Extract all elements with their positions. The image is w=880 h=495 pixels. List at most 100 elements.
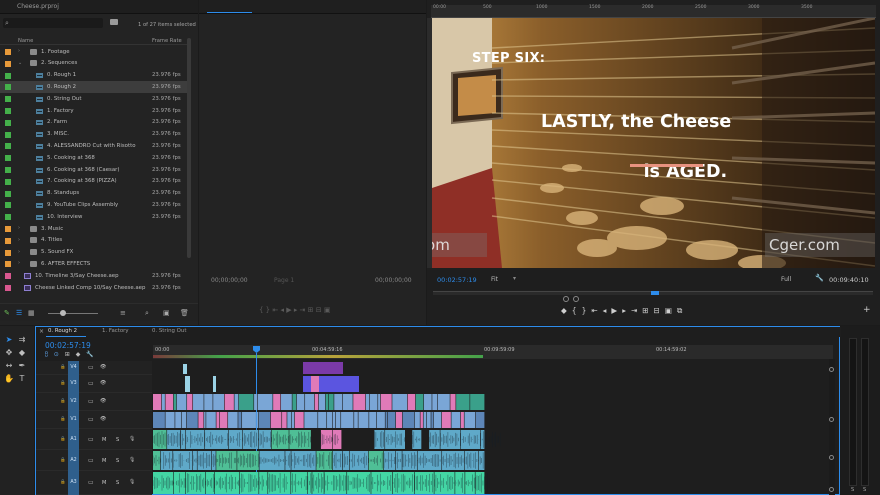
video-clip[interactable] bbox=[238, 412, 242, 428]
video-clip[interactable] bbox=[456, 394, 470, 410]
label-color-swatch[interactable] bbox=[5, 49, 11, 55]
video-clip[interactable] bbox=[258, 412, 271, 428]
meter-solo-right[interactable]: S bbox=[863, 487, 866, 493]
timeline-close-icon[interactable]: × bbox=[39, 328, 44, 335]
clip-v3-small[interactable] bbox=[213, 376, 216, 392]
video-clip[interactable] bbox=[204, 412, 206, 428]
video-clip[interactable] bbox=[378, 394, 381, 410]
zoom-slider-knob[interactable] bbox=[60, 310, 66, 316]
video-clip[interactable] bbox=[395, 412, 403, 428]
label-color-swatch[interactable] bbox=[5, 108, 11, 114]
write-icon[interactable]: ✎ bbox=[4, 309, 10, 317]
video-clip[interactable] bbox=[281, 394, 292, 410]
source-timecode-left[interactable]: 00;00;00;00 bbox=[211, 277, 248, 284]
label-color-swatch[interactable] bbox=[5, 84, 11, 91]
toggle-track-output-icon[interactable]: 👁 bbox=[100, 364, 106, 370]
solo-track-button[interactable]: S bbox=[116, 437, 119, 443]
video-clip[interactable] bbox=[414, 412, 420, 428]
col-name[interactable]: Name bbox=[18, 38, 33, 44]
clip-v3-small[interactable] bbox=[185, 376, 190, 392]
solo-track-button[interactable]: S bbox=[116, 480, 119, 486]
video-clip[interactable] bbox=[432, 394, 438, 410]
project-item[interactable]: 9. YouTube Clips Assembly 23.976 fps bbox=[0, 199, 188, 211]
source-step-back-icon[interactable]: ⇤ ◂ bbox=[272, 306, 286, 314]
video-clip[interactable] bbox=[224, 394, 234, 410]
label-color-swatch[interactable] bbox=[5, 72, 11, 79]
video-clip[interactable] bbox=[460, 412, 464, 428]
video-clip[interactable] bbox=[423, 394, 432, 410]
label-color-swatch[interactable] bbox=[5, 273, 11, 280]
video-clip[interactable] bbox=[228, 412, 238, 428]
video-clip[interactable] bbox=[238, 394, 254, 410]
label-color-swatch[interactable] bbox=[5, 155, 11, 162]
project-item[interactable]: 6. Cooking at 368 (Caesar) 23.976 fps bbox=[0, 164, 188, 176]
meter-solo-left[interactable]: S bbox=[851, 487, 854, 493]
track-target-v2[interactable]: V2 bbox=[68, 393, 79, 411]
extract-icon[interactable]: ⊟ bbox=[654, 306, 665, 315]
video-clip[interactable] bbox=[305, 394, 315, 410]
work-area-bar[interactable] bbox=[153, 355, 483, 358]
step-forward-icon[interactable]: ▸ bbox=[622, 306, 631, 315]
video-clip[interactable] bbox=[165, 394, 174, 410]
video-clip[interactable] bbox=[216, 412, 220, 428]
program-scrub-bar[interactable] bbox=[433, 291, 873, 295]
audio-clip[interactable] bbox=[180, 430, 186, 449]
video-clip[interactable] bbox=[332, 412, 336, 428]
ripple-edit-icon[interactable]: ✥ bbox=[4, 348, 14, 358]
label-color-swatch[interactable] bbox=[5, 143, 11, 150]
label-color-swatch[interactable] bbox=[5, 178, 11, 185]
source-insert-icon[interactable]: ⊞ ⊟ ▣ bbox=[308, 306, 331, 314]
project-item[interactable]: 0. String Out 23.976 fps bbox=[0, 93, 188, 105]
voiceover-record-icon[interactable]: 🎙 bbox=[129, 457, 135, 463]
video-clip[interactable] bbox=[369, 394, 378, 410]
trash-icon[interactable]: 🗑 bbox=[180, 309, 189, 317]
toggle-sync-lock-icon[interactable]: ▭ bbox=[88, 364, 94, 371]
project-item[interactable]: 2. Farm 23.976 fps bbox=[0, 117, 188, 129]
video-clip[interactable] bbox=[318, 412, 327, 428]
project-item[interactable]: 10. Timeline 3/Say Cheese.aep 23.976 fps bbox=[0, 270, 188, 282]
video-clip[interactable] bbox=[165, 412, 175, 428]
video-clip[interactable] bbox=[380, 394, 392, 410]
video-clip[interactable] bbox=[385, 412, 388, 428]
project-item[interactable]: 5. Cooking at 368 23.976 fps bbox=[0, 152, 188, 164]
video-clip[interactable] bbox=[161, 394, 165, 410]
new-bin-icon[interactable] bbox=[110, 19, 118, 25]
audio-clip[interactable] bbox=[442, 451, 465, 470]
label-color-swatch[interactable] bbox=[5, 60, 11, 67]
add-button-icon[interactable]: + bbox=[863, 305, 871, 315]
vscroll-knob-3[interactable] bbox=[829, 455, 834, 460]
video-clip[interactable] bbox=[242, 412, 256, 428]
program-zoom-handle[interactable] bbox=[563, 296, 569, 302]
video-clip[interactable] bbox=[365, 394, 370, 410]
audio-clip[interactable] bbox=[228, 430, 243, 449]
project-item[interactable]: 3. MISC. 23.976 fps bbox=[0, 129, 188, 141]
video-clip[interactable] bbox=[273, 394, 281, 410]
project-item[interactable]: › 1. Footage bbox=[0, 46, 188, 58]
video-clip[interactable] bbox=[450, 394, 456, 410]
timeline-tab-rough2[interactable]: 0. Rough 2 bbox=[48, 328, 77, 334]
lift-icon[interactable]: ⊞ bbox=[642, 306, 653, 315]
col-fps[interactable]: Frame Rate bbox=[152, 38, 182, 44]
clip-v3-pink[interactable] bbox=[311, 376, 319, 392]
track-lock-icon[interactable]: 🔒 bbox=[60, 458, 66, 463]
vscroll-knob-2[interactable] bbox=[829, 417, 834, 422]
video-clip[interactable] bbox=[353, 394, 366, 410]
voiceover-record-icon[interactable]: 🎙 bbox=[129, 436, 135, 442]
video-clip[interactable] bbox=[441, 412, 451, 428]
video-clip[interactable] bbox=[475, 412, 485, 428]
video-clip[interactable] bbox=[470, 394, 485, 410]
toggle-sync-lock-icon[interactable]: ▭ bbox=[88, 398, 94, 405]
video-clip[interactable] bbox=[433, 412, 442, 428]
fit-dropdown[interactable]: Fit bbox=[491, 276, 498, 283]
go-to-in-icon[interactable]: ⇤ bbox=[591, 306, 602, 315]
toggle-sync-lock-icon[interactable]: ▭ bbox=[88, 479, 94, 486]
video-clip[interactable] bbox=[358, 412, 369, 428]
toggle-track-output-icon[interactable]: 👁 bbox=[100, 398, 106, 404]
mute-track-button[interactable]: M bbox=[102, 480, 106, 486]
mute-track-button[interactable]: M bbox=[102, 458, 106, 464]
mute-track-button[interactable]: M bbox=[102, 437, 106, 443]
audio-clip[interactable] bbox=[153, 430, 167, 449]
project-tab[interactable]: Cheese.prproj bbox=[17, 3, 59, 10]
toggle-track-output-icon[interactable]: 👁 bbox=[100, 416, 106, 422]
project-scrollbar[interactable] bbox=[187, 38, 191, 258]
